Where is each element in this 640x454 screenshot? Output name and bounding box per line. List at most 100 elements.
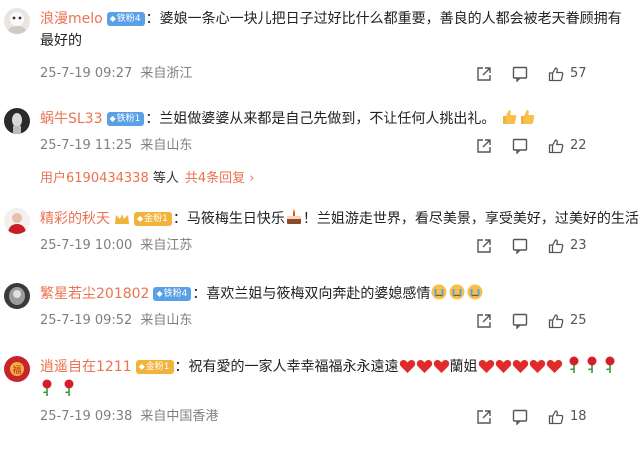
heart-emoji [512,358,529,381]
comment-body-cont: ！兰姐游走世界，看尽美景，享受美好，过美好的生活！ [302,211,640,227]
like-button[interactable]: 22 [548,138,587,154]
gold-badge-icon: ◆ [137,214,144,223]
reply-username[interactable]: 用户6190434338 [40,171,149,186]
comment-actions: 22 [476,138,626,154]
reply-count-label: 共4条回复 [184,171,246,186]
avatar[interactable]: 福 [4,356,30,382]
heart-emoji [478,358,495,381]
rose-emoji [62,379,76,404]
comment-button[interactable] [512,66,528,82]
comment-meta: 25-7-19 10:00 来自江苏 [40,238,192,254]
svg-text:福: 福 [12,364,21,376]
thumbs-up-emoji [519,108,537,133]
timestamp: 25-7-19 11:25 [40,138,133,153]
location: 来自中国香港 [140,409,219,424]
rose-emoji [40,379,54,404]
comment-icon [512,66,528,82]
like-count: 22 [570,138,587,153]
badge-label: 金粉1 [145,362,170,372]
share-button[interactable] [476,313,492,329]
comment-text: 蜗牛SL33 ◆铁粉1 ：兰姐做婆婆从来都是自己先做到，不让任何人挑出礼。 [40,108,626,133]
comment-meta: 25-7-19 09:52 来自山东 [40,313,192,329]
username-link[interactable]: 逍遥自在1211 [40,359,132,375]
comment-button[interactable] [512,409,528,425]
share-icon [477,314,491,328]
share-icon [477,239,491,253]
avatar[interactable] [4,283,30,309]
like-icon [548,314,564,329]
username-link[interactable]: 浪漫melo [40,11,103,27]
thumbs-up-emoji [501,108,519,133]
view-replies-link[interactable]: 共4条回复 › [185,171,255,186]
like-button[interactable]: 57 [548,66,587,82]
comment-actions: 23 [476,238,626,254]
fans-badge[interactable]: ◆铁粉1 [106,112,145,126]
comment-meta: 25-7-19 09:27 来自浙江 [40,66,192,82]
like-count: 57 [570,66,587,81]
fans-badge[interactable]: ◆铁粉4 [106,12,145,26]
username-link[interactable]: 精彩的秋天 [40,211,110,227]
heart-emoji [546,358,563,381]
share-button[interactable] [476,138,492,154]
like-button[interactable]: 23 [548,238,587,254]
like-button[interactable]: 25 [548,313,587,329]
username-link[interactable]: 繁星若尘201802 [40,286,149,302]
gold-fans-badge[interactable]: ◆金粉1 [135,360,174,374]
location: 来自山东 [140,138,193,153]
like-icon [548,410,564,425]
comment-button[interactable] [512,313,528,329]
like-button[interactable]: 18 [548,409,587,425]
like-icon [548,67,564,82]
like-count: 23 [570,238,587,253]
comment-icon [512,138,528,154]
comment-actions: 25 [476,313,626,329]
location: 来自浙江 [140,66,193,81]
location: 来自江苏 [140,238,193,253]
badge-label: 铁粉4 [163,289,188,299]
share-button[interactable] [476,66,492,82]
avatar[interactable] [4,208,30,234]
comment-button[interactable] [512,138,528,154]
badge-label: 铁粉4 [116,14,141,24]
like-icon [548,239,564,254]
comment-text-line2 [40,379,626,404]
cake-emoji [285,208,303,233]
crying-face-emoji [448,283,466,308]
timestamp: 25-7-19 09:38 [40,409,133,424]
share-icon [477,67,491,81]
comment-icon [512,313,528,329]
rose-emoji [585,356,599,381]
share-button[interactable] [476,238,492,254]
timestamp: 25-7-19 09:27 [40,66,133,81]
avatar[interactable] [4,108,30,134]
comment-text: 逍遥自在1211 ◆金粉1 ：祝有愛的一家人幸幸福福永永遠遠 蘭姐 [40,356,626,381]
reply-summary[interactable]: 用户6190434338 等人 共4条回复 › [40,168,626,190]
crying-face-emoji [430,283,448,308]
like-count: 18 [570,409,587,424]
share-icon [477,410,491,424]
avatar[interactable] [4,8,30,34]
comment-button[interactable] [512,238,528,254]
gold-badge-icon: ◆ [138,362,145,371]
comment-icon [512,238,528,254]
comment-text: 浪漫melo ◆铁粉4 ：婆娘一条心一块儿把日子过好比什么都重要，善良的人都会被老天… [40,8,626,52]
timestamp: 25-7-19 09:52 [40,313,133,328]
location: 来自山东 [140,313,193,328]
rose-emoji [603,356,617,381]
share-button[interactable] [476,409,492,425]
badge-label: 铁粉1 [116,114,141,124]
comment-actions: 18 [476,409,626,425]
reply-suffix: 等人 [152,171,179,186]
gold-fans-badge[interactable]: ◆金粉1 [134,212,172,226]
badge-label: 金粉1 [144,214,168,224]
like-icon [548,139,564,154]
comment-text: 繁星若尘201802 ◆铁粉4 ：喜欢兰姐与筱梅双向奔赴的婆媳感情 [40,283,626,308]
heart-emoji [495,358,512,381]
comment-body: ：兰姐做婆婆从来都是自己先做到，不让任何人挑出礼。 [145,111,496,127]
fans-badge[interactable]: ◆铁粉4 [153,287,192,301]
timestamp: 25-7-19 10:00 [40,238,133,253]
comment-body: ：喜欢兰姐与筱梅双向奔赴的婆媳感情 [192,286,431,302]
chevron-right-icon: › [249,171,255,186]
username-link[interactable]: 蜗牛SL33 [40,111,103,127]
comment-body: ：马筱梅生日快乐 [172,211,285,227]
